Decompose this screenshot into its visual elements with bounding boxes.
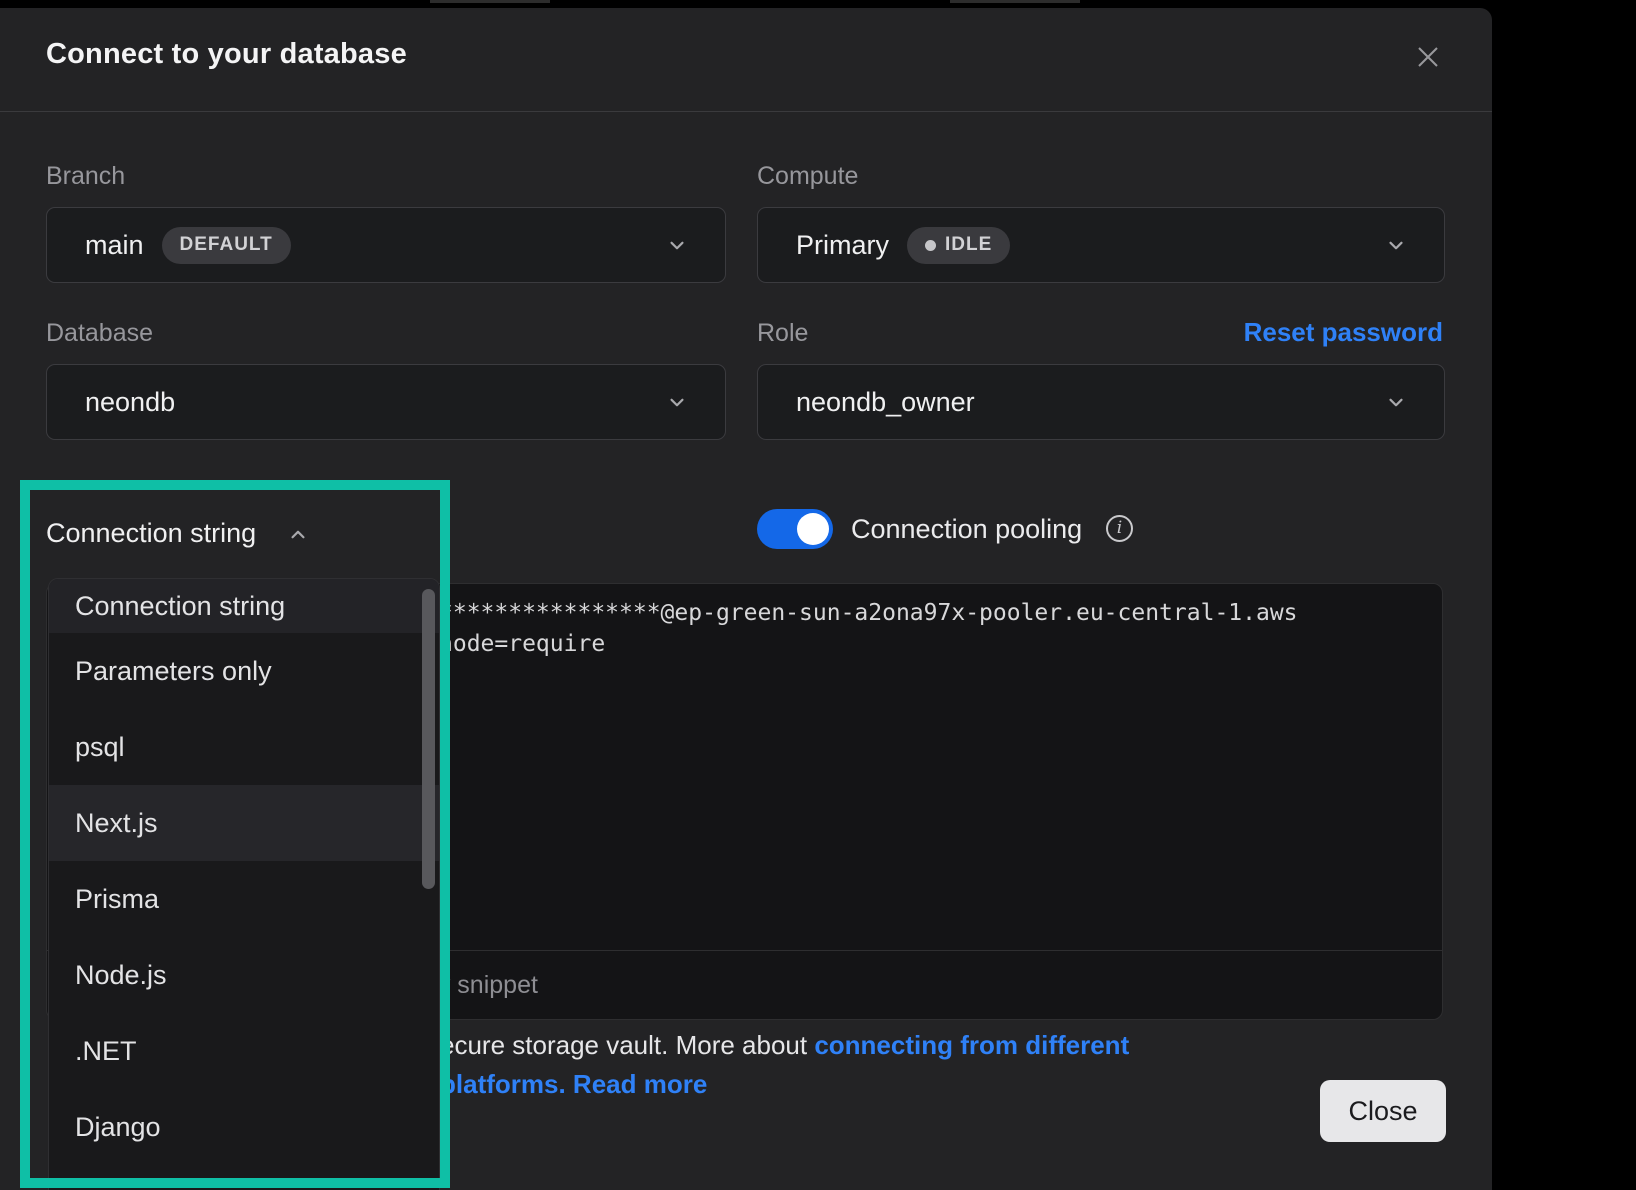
dropdown-options: Connection stringParameters onlypsqlNext…	[49, 579, 439, 1165]
status-dot-icon	[925, 240, 936, 251]
dropdown-option-connection-string[interactable]: Connection string	[49, 579, 439, 633]
connection-string-section-toggle[interactable]: Connection string	[46, 518, 310, 549]
background-page-remnant	[950, 0, 1080, 3]
branch-value: main	[85, 230, 144, 261]
branch-label: Branch	[46, 162, 125, 191]
database-select[interactable]: neondb	[46, 364, 726, 440]
password-storage-note: ecure storage vault. More about connecti…	[440, 1026, 1196, 1104]
compute-value: Primary	[796, 230, 889, 261]
chevron-down-icon	[1384, 390, 1408, 414]
connection-string-text: ****************@ep-green-sun-a2ona97x-p…	[439, 598, 1298, 660]
read-more-link[interactable]: Read more	[573, 1069, 707, 1099]
reset-password-link[interactable]: Reset password	[1244, 317, 1443, 348]
connection-pooling-label: Connection pooling	[851, 514, 1082, 545]
dropdown-option-django[interactable]: Django	[49, 1089, 439, 1165]
modal-title: Connect to your database	[46, 38, 407, 71]
info-icon[interactable]: i	[1106, 515, 1133, 542]
dropdown-option-parameters-only[interactable]: Parameters only	[49, 633, 439, 709]
dropdown-option-node-js[interactable]: Node.js	[49, 937, 439, 1013]
branch-default-badge: DEFAULT	[162, 227, 291, 264]
chevron-down-icon	[1384, 233, 1408, 257]
role-label: Role	[757, 319, 808, 348]
note-text: ecure storage vault. More about	[440, 1030, 814, 1060]
branch-select[interactable]: main DEFAULT	[46, 207, 726, 283]
chevron-down-icon	[665, 233, 689, 257]
toggle-knob	[797, 513, 829, 545]
dropdown-scrollbar-thumb[interactable]	[422, 589, 435, 889]
background-page-remnant	[430, 0, 550, 3]
role-value: neondb_owner	[796, 387, 975, 418]
chevron-down-icon	[665, 390, 689, 414]
connection-string-header: Connection string	[46, 518, 256, 549]
dropdown-option-net[interactable]: .NET	[49, 1013, 439, 1089]
role-select[interactable]: neondb_owner	[757, 364, 1445, 440]
dropdown-option-prisma[interactable]: Prisma	[49, 861, 439, 937]
close-button[interactable]: Close	[1320, 1080, 1446, 1142]
compute-status-badge: IDLE	[907, 227, 1010, 264]
connection-pooling-toggle[interactable]	[757, 509, 833, 549]
close-icon	[1411, 40, 1445, 74]
compute-select[interactable]: Primary IDLE	[757, 207, 1445, 283]
screen: Connect to your database Branch Compute …	[0, 0, 1636, 1190]
close-modal-button[interactable]	[1406, 35, 1450, 79]
dropdown-option-psql[interactable]: psql	[49, 709, 439, 785]
database-value: neondb	[85, 387, 175, 418]
chevron-up-icon	[286, 522, 310, 546]
connection-string-dropdown: Connection stringParameters onlypsqlNext…	[48, 578, 440, 1190]
compute-label: Compute	[757, 162, 858, 191]
database-label: Database	[46, 319, 153, 348]
dropdown-option-next-js[interactable]: Next.js	[49, 785, 439, 861]
